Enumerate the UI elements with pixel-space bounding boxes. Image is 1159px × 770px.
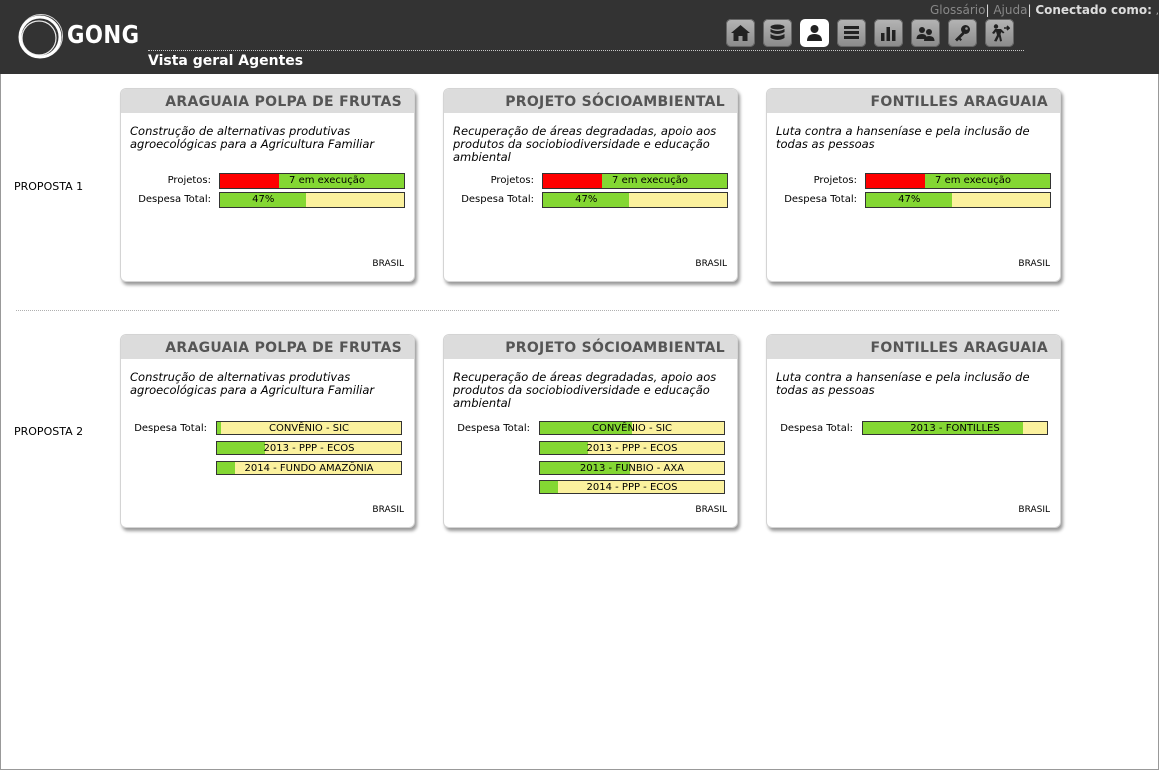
agent-card[interactable]: PROJETO SÓCIOAMBIENTAL Recuperação de ár… xyxy=(443,88,738,282)
users-button[interactable] xyxy=(911,19,940,47)
funding-bar: CONVÊNIO - SIC xyxy=(539,421,725,435)
key-button[interactable] xyxy=(948,19,977,47)
reports-button[interactable] xyxy=(874,19,903,47)
logout-button[interactable] xyxy=(985,19,1014,47)
card-description: Luta contra a hanseníase e pela inclusão… xyxy=(776,370,1030,397)
funding-bar-text: CONVÊNIO - SIC xyxy=(268,423,350,434)
projects-bar-text: 7 em execução xyxy=(935,175,1011,186)
expense-label: Despesa Total: xyxy=(461,194,534,205)
card-country: BRASIL xyxy=(695,505,727,515)
agent-card[interactable]: FONTILLES ARAGUAIA Luta contra a hansení… xyxy=(766,88,1061,282)
funding-bar-text: CONVÊNIO - SIC xyxy=(591,423,673,434)
expense-label: Despesa Total: xyxy=(457,423,530,434)
card-country: BRASIL xyxy=(695,259,727,269)
funding-bar: 2014 - PPP - ECOS xyxy=(539,480,725,494)
card-country: BRASIL xyxy=(372,505,404,515)
expense-bar: 47% xyxy=(219,192,405,208)
card-title: PROJETO SÓCIOAMBIENTAL xyxy=(444,89,737,113)
layers-button[interactable] xyxy=(837,19,866,47)
funding-bar: 2013 - FUNBIO - AXA xyxy=(539,461,725,475)
funding-bar: 2013 - PPP - ECOS xyxy=(216,441,402,455)
card-title: ARAGUAIA POLPA DE FRUTAS xyxy=(121,89,414,113)
funding-bar-text: 2013 - PPP - ECOS xyxy=(263,443,355,454)
funding-bar: CONVÊNIO - SIC xyxy=(216,421,402,435)
funding-bar-text: 2013 - FUNBIO - AXA xyxy=(579,463,685,474)
card-country: BRASIL xyxy=(1018,505,1050,515)
agent-card[interactable]: ARAGUAIA POLPA DE FRUTAS Construção de a… xyxy=(120,88,415,282)
header-bar: GONG Vista geral Agentes Glossário| Ajud… xyxy=(0,0,1159,74)
card-title: ARAGUAIA POLPA DE FRUTAS xyxy=(121,335,414,359)
expense-bar-text: 47% xyxy=(898,194,921,205)
users-icon xyxy=(916,27,935,41)
funding-bar-text: 2013 - FONTILLES xyxy=(910,423,1000,434)
funding-bar-text: 2013 - PPP - ECOS xyxy=(586,443,678,454)
home-button[interactable] xyxy=(726,19,755,47)
logout-icon xyxy=(992,24,1010,42)
expense-bar: 47% xyxy=(542,192,728,208)
agent-card[interactable]: FONTILLES ARAGUAIA Luta contra a hansení… xyxy=(766,334,1061,528)
card-title: FONTILLES ARAGUAIA xyxy=(767,335,1060,359)
projects-label: Projetos: xyxy=(813,175,857,186)
agent-card[interactable]: PROJETO SÓCIOAMBIENTAL Recuperação de ár… xyxy=(443,334,738,528)
agent-card[interactable]: ARAGUAIA POLPA DE FRUTAS Construção de a… xyxy=(120,334,415,528)
bar-chart-icon xyxy=(881,27,896,41)
card-country: BRASIL xyxy=(372,259,404,269)
link-separator: | xyxy=(1027,3,1032,17)
funding-bar-text: 2014 - PPP - ECOS xyxy=(586,482,678,493)
expense-label: Despesa Total: xyxy=(134,423,207,434)
expense-label: Despesa Total: xyxy=(784,194,857,205)
card-description: Luta contra a hanseníase e pela inclusão… xyxy=(776,124,1030,151)
card-title: PROJETO SÓCIOAMBIENTAL xyxy=(444,335,737,359)
projects-label: Projetos: xyxy=(490,175,534,186)
funding-bar: 2013 - PPP - ECOS xyxy=(539,441,725,455)
page-title: Vista geral Agentes xyxy=(148,53,304,69)
funding-bar: 2013 - FONTILLES xyxy=(862,421,1048,435)
expense-label: Despesa Total: xyxy=(138,194,211,205)
projects-bar-text: 7 em execução xyxy=(612,175,688,186)
funding-bar: 2014 - FUNDO AMAZÔNIA xyxy=(216,461,402,475)
expense-bar-text: 47% xyxy=(575,194,598,205)
projects-label: Projetos: xyxy=(167,175,211,186)
agent-button[interactable] xyxy=(800,19,829,47)
card-country: BRASIL xyxy=(1018,259,1050,269)
card-description: Recuperação de áreas degradadas, apoio a… xyxy=(453,370,717,410)
expense-bar: 47% xyxy=(865,192,1051,208)
card-description: Construção de alternativas produtivas ag… xyxy=(130,370,375,397)
card-description: Recuperação de áreas degradadas, apoio a… xyxy=(453,124,717,164)
projects-bar: 7 em execução xyxy=(219,173,405,189)
connected-as-label: Conectado como: xyxy=(1035,3,1152,17)
database-button[interactable] xyxy=(763,19,792,47)
glossary-link[interactable]: Glossário xyxy=(930,3,985,17)
expense-bar-text: 47% xyxy=(252,194,275,205)
agent-icon xyxy=(807,25,822,41)
projects-bar: 7 em execução xyxy=(542,173,728,189)
help-link[interactable]: Ajuda xyxy=(993,3,1027,17)
projects-bar: 7 em execução xyxy=(865,173,1051,189)
layers-icon xyxy=(844,26,859,39)
section-divider xyxy=(16,310,1059,311)
top-links: Glossário| Ajuda| Conectado como: , xyxy=(930,3,1159,17)
expense-label: Despesa Total: xyxy=(780,423,853,434)
link-separator: | xyxy=(985,3,990,17)
connected-user: , xyxy=(1155,6,1159,17)
gong-logo-icon[interactable] xyxy=(16,13,64,61)
funding-bar-text: 2014 - FUNDO AMAZÔNIA xyxy=(244,463,374,474)
home-icon xyxy=(731,25,750,41)
proposta-2-label: PROPOSTA 2 xyxy=(14,425,84,438)
key-icon xyxy=(955,25,970,42)
card-description: Construção de alternativas produtivas ag… xyxy=(130,124,375,151)
header-divider xyxy=(148,50,1024,51)
projects-bar-text: 7 em execução xyxy=(289,175,365,186)
database-icon xyxy=(770,24,785,40)
card-title: FONTILLES ARAGUAIA xyxy=(767,89,1060,113)
logo-text: GONG xyxy=(67,20,140,49)
proposta-1-label: PROPOSTA 1 xyxy=(14,180,84,193)
